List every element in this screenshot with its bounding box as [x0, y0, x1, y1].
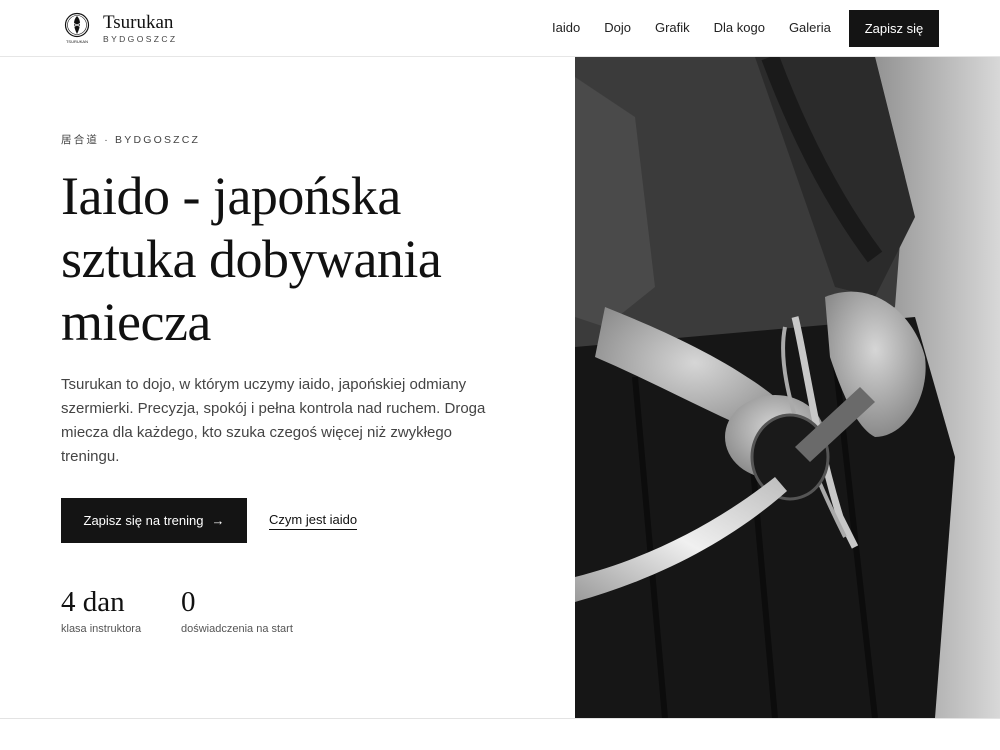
stat-value: 0 — [181, 586, 196, 618]
svg-text:TSURUKAN: TSURUKAN — [66, 39, 88, 44]
stat-value: 4 dan — [61, 586, 125, 618]
hero-content: 居合道 · BYDGOSZCZ Iaido - japońska sztuka … — [61, 57, 561, 718]
headline-line: miecza — [61, 292, 211, 352]
nav-item-iaido[interactable]: Iaido — [552, 20, 580, 36]
signup-training-label: Zapisz się na trening — [83, 513, 204, 528]
stat-label: doświadczenia na start — [181, 623, 293, 635]
nav-item-grafik[interactable]: Grafik — [655, 20, 690, 36]
hero-headline: Iaido - japońska sztuka dobywania miecza — [61, 165, 541, 354]
headline-line: sztuka dobywania — [61, 229, 442, 289]
brand-name: Tsurukan — [103, 11, 174, 33]
stat-instructor-rank: 4 dan klasa instruktora — [61, 585, 141, 635]
hero-photo — [575, 57, 1000, 718]
what-is-iaido-link[interactable]: Czym jest iaido — [269, 512, 358, 530]
main-nav: Iaido Dojo Grafik Dla kogo Galeria — [552, 20, 855, 36]
stat-experience: 0 doświadczenia na start — [181, 585, 293, 635]
hero-lead: Tsurukan to dojo, w którym uczymy iaido,… — [61, 376, 486, 465]
signup-training-button[interactable]: Zapisz się na trening → — [61, 498, 247, 543]
nav-item-dla-kogo[interactable]: Dla kogo — [714, 20, 765, 36]
site-header: TSURUKAN Tsurukan BYDGOSZCZ Iaido Dojo G… — [0, 0, 1000, 57]
brand-city: BYDGOSZCZ — [103, 33, 178, 44]
iaido-practitioner-photo — [575, 57, 1000, 718]
nav-item-galeria[interactable]: Galeria — [789, 20, 831, 36]
stat-label: klasa instruktora — [61, 623, 142, 635]
brand-logo[interactable]: TSURUKAN Tsurukan BYDGOSZCZ — [63, 12, 178, 44]
brand-text: Tsurukan BYDGOSZCZ — [103, 11, 178, 44]
hero-eyebrow: 居合道 · BYDGOSZCZ — [61, 134, 201, 146]
nav-item-dojo[interactable]: Dojo — [604, 20, 631, 36]
signup-button[interactable]: Zapisz się — [849, 10, 939, 47]
arrow-right-icon: → — [211, 513, 225, 528]
tsurukan-crest-icon: TSURUKAN — [64, 12, 90, 44]
headline-line: Iaido - japońska — [61, 166, 401, 226]
section-divider — [0, 718, 1000, 719]
